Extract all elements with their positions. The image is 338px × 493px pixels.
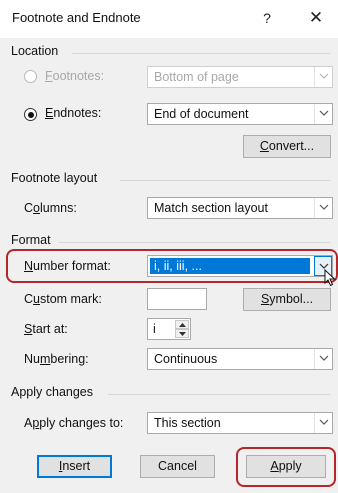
endnotes-radio[interactable] [24,108,37,121]
cancel-button[interactable]: Cancel [140,455,215,478]
numbering-label-rest: bering: [50,352,89,366]
apply-to-label-rest: ply changes to: [39,416,124,430]
number-format-select[interactable]: i, ii, iii, ... [147,255,333,277]
title-bar: Footnote and Endnote ? ✕ [0,0,338,38]
dialog-title: Footnote and Endnote [12,10,141,25]
columns-label-rest: lumns: [39,201,77,215]
section-format-header: Format [11,233,51,247]
apply-to-value: This section [154,416,221,430]
endnotes-position-value: End of document [154,107,249,121]
footnotes-position-select[interactable]: Bottom of page [147,66,333,88]
symbol-button-rest: ymbol... [269,292,314,306]
insert-button[interactable]: Insert [37,455,112,478]
chevron-down-icon [314,349,332,369]
columns-value: Match section layout [154,201,268,215]
convert-button[interactable]: Convert... [243,135,331,158]
convert-button-rest: onvert... [268,139,315,153]
chevron-down-icon [314,413,332,433]
chevron-down-icon [314,67,332,87]
endnotes-position-select[interactable]: End of document [147,103,333,125]
start-at-label: Start at: [24,322,68,336]
number-format-label-rest: umber format: [33,259,111,273]
spin-down-button[interactable] [175,329,189,338]
apply-to-label: Apply changes to: [24,416,124,430]
chevron-down-icon [314,104,332,124]
start-at-stepper[interactable]: i [147,318,191,340]
section-divider [108,394,330,395]
section-divider [72,53,330,54]
radio-selected-dot [27,111,34,118]
section-footnote-layout-header: Footnote layout [11,171,98,185]
triangle-down-icon [179,332,186,336]
close-button[interactable]: ✕ [303,6,329,30]
footnotes-label: Footnotes: [45,69,105,83]
start-at-value: i [153,322,156,336]
spin-up-button[interactable] [175,320,189,329]
section-apply-changes-header: Apply changes [11,385,94,399]
endnotes-label: Endnotes: [45,106,102,120]
section-divider [120,180,330,181]
footnotes-label-rest: ootnotes: [52,69,105,83]
insert-button-rest: nsert [62,459,91,473]
numbering-label: Numbering: [24,352,89,366]
numbering-select[interactable]: Continuous [147,348,333,370]
chevron-down-icon [314,198,332,218]
custom-mark-label: Custom mark: [24,292,102,306]
dialog-body: Location Footnotes: Bottom of page Endno… [0,38,338,493]
apply-button[interactable]: Apply [246,455,326,478]
help-button[interactable]: ? [255,6,279,30]
columns-label: Columns: [24,201,77,215]
columns-select[interactable]: Match section layout [147,197,333,219]
footnotes-position-value: Bottom of page [154,70,239,84]
custom-mark-label-rest: stom mark: [39,292,102,306]
symbol-button[interactable]: Symbol... [243,288,331,311]
spinner [175,320,189,338]
section-location-header: Location [11,44,59,58]
triangle-up-icon [179,323,186,327]
apply-button-rest: pply [278,459,302,473]
endnotes-label-rest: ndnotes: [53,106,102,120]
apply-to-select[interactable]: This section [147,412,333,434]
numbering-value: Continuous [154,352,218,366]
footnotes-radio[interactable] [24,70,37,83]
mouse-cursor-icon [324,269,336,287]
section-divider [59,242,330,243]
number-format-value: i, ii, iii, ... [154,259,202,273]
custom-mark-input[interactable] [147,288,207,310]
start-at-label-rest: tart at: [32,322,68,336]
number-format-label: Number format: [24,259,111,273]
